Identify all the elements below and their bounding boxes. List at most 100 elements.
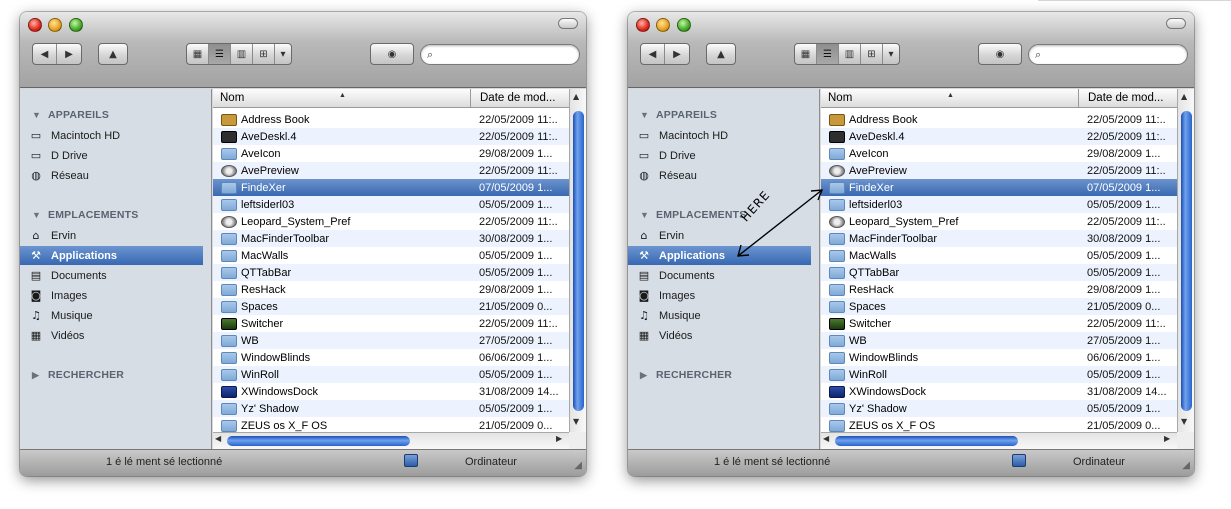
scroll-left-arrow-icon[interactable]: ◀ [215,434,221,443]
table-row[interactable]: Leopard_System_Pref 22/05/2009 11:.. [821,213,1177,230]
column-header-date[interactable]: Date de mod... [472,89,569,108]
sidebar-item-d-drive[interactable]: ▭ D Drive [628,146,811,165]
horizontal-scrollbar[interactable]: ◀ ▶ [213,432,569,449]
scroll-down-arrow-icon[interactable]: ▼ [573,417,579,426]
sidebar-item-images[interactable]: ◙ Images [20,286,203,305]
scroll-up-arrow-icon[interactable]: ▲ [573,92,579,101]
scroll-right-arrow-icon[interactable]: ▶ [556,434,562,443]
search-input[interactable] [441,47,573,62]
scroll-right-arrow-icon[interactable]: ▶ [1164,434,1170,443]
list-view-button[interactable]: ☰ [209,44,231,64]
table-row[interactable]: leftsiderl03 05/05/2009 1... [213,196,569,213]
sidebar-item-vid-os[interactable]: ▦ Vidéos [20,326,203,345]
table-row[interactable]: AveIcon 29/08/2009 1... [821,145,1177,162]
disclosure-triangle-icon[interactable]: ▼ [32,110,48,120]
eject-button[interactable]: ▲ [706,43,736,65]
icon-view-button[interactable]: ▦ [795,44,817,64]
disclosure-triangle-right-icon[interactable]: ▶ [32,370,48,381]
table-row[interactable]: WindowBlinds 06/06/2009 1... [821,349,1177,366]
table-row[interactable]: MacFinderToolbar 30/08/2009 1... [213,230,569,247]
disclosure-triangle-icon[interactable]: ▼ [32,210,48,220]
table-row[interactable]: Address Book 22/05/2009 11:.. [821,111,1177,128]
toolbar-toggle-button[interactable] [558,18,578,29]
table-row[interactable]: Switcher 22/05/2009 11:.. [821,315,1177,332]
coverflow-view-button[interactable]: ⊞ [253,44,275,64]
sidebar-item-documents[interactable]: ▤ Documents [628,266,811,285]
horizontal-scrollbar[interactable]: ◀ ▶ [821,432,1177,449]
sidebar-item-ervin[interactable]: ⌂ Ervin [20,226,203,245]
close-button[interactable] [636,18,650,32]
back-button[interactable]: ◀ [641,44,665,64]
table-row[interactable]: XWindowsDock 31/08/2009 14... [213,383,569,400]
vertical-scroll-thumb[interactable] [573,111,584,411]
sidebar-item-r-seau[interactable]: ◍ Réseau [628,166,811,185]
sidebar-item-ervin[interactable]: ⌂ Ervin [628,226,811,245]
sidebar-item-images[interactable]: ◙ Images [628,286,811,305]
table-row[interactable]: Address Book 22/05/2009 11:.. [213,111,569,128]
scroll-up-arrow-icon[interactable]: ▲ [1181,92,1187,101]
minimize-button[interactable] [656,18,670,32]
quick-look-eye-icon[interactable]: ◉ [370,43,414,65]
search-input[interactable] [1049,47,1181,62]
forward-button[interactable]: ▶ [57,44,81,64]
quick-look-eye-icon[interactable]: ◉ [978,43,1022,65]
icon-view-button[interactable]: ▦ [187,44,209,64]
table-row[interactable]: QTTabBar 05/05/2009 1... [821,264,1177,281]
view-menu-chevron-down-icon[interactable]: ▾ [883,44,899,64]
resize-grip-icon[interactable]: ◢ [1182,460,1190,471]
sidebar-item-musique[interactable]: ♫ Musique [628,306,811,325]
sidebar-item-vid-os[interactable]: ▦ Vidéos [628,326,811,345]
coverflow-view-button[interactable]: ⊞ [861,44,883,64]
table-row[interactable]: MacFinderToolbar 30/08/2009 1... [821,230,1177,247]
table-row[interactable]: ResHack 29/08/2009 1... [821,281,1177,298]
table-row[interactable]: QTTabBar 05/05/2009 1... [213,264,569,281]
table-row[interactable]: XWindowsDock 31/08/2009 14... [821,383,1177,400]
sidebar-item-macintoch-hd[interactable]: ▭ Macintoch HD [628,126,811,145]
sidebar-item-r-seau[interactable]: ◍ Réseau [20,166,203,185]
table-row[interactable]: Spaces 21/05/2009 0... [821,298,1177,315]
table-row[interactable]: WinRoll 05/05/2009 1... [213,366,569,383]
table-row[interactable]: ResHack 29/08/2009 1... [213,281,569,298]
column-header-name[interactable]: Nom ▲ [213,89,471,108]
sidebar-section-search[interactable]: ▶ RECHERCHER [640,369,732,381]
column-view-button[interactable]: ▥ [839,44,861,64]
column-header-name[interactable]: Nom ▲ [821,89,1079,108]
resize-grip-icon[interactable]: ◢ [574,460,582,471]
table-row[interactable]: FindeXer 07/05/2009 1... [213,179,569,196]
disclosure-triangle-right-icon[interactable]: ▶ [640,370,656,381]
table-row[interactable]: Spaces 21/05/2009 0... [213,298,569,315]
table-row[interactable]: Leopard_System_Pref 22/05/2009 11:.. [213,213,569,230]
table-row[interactable]: WinRoll 05/05/2009 1... [821,366,1177,383]
table-row[interactable]: FindeXer 07/05/2009 1... [821,179,1177,196]
back-button[interactable]: ◀ [33,44,57,64]
table-row[interactable]: Switcher 22/05/2009 11:.. [213,315,569,332]
view-menu-chevron-down-icon[interactable]: ▾ [275,44,291,64]
sidebar-section-places[interactable]: ▼ EMPLACEMENTS [32,209,139,221]
vertical-scrollbar[interactable]: ▲ ▼ [569,89,586,449]
table-row[interactable]: WindowBlinds 06/06/2009 1... [213,349,569,366]
column-view-button[interactable]: ▥ [231,44,253,64]
list-view-button[interactable]: ☰ [817,44,839,64]
table-row[interactable]: AveDeskl.4 22/05/2009 11:.. [213,128,569,145]
table-row[interactable]: MacWalls 05/05/2009 1... [821,247,1177,264]
vertical-scroll-thumb[interactable] [1181,111,1192,411]
close-button[interactable] [28,18,42,32]
zoom-button[interactable] [69,18,83,32]
disclosure-triangle-icon[interactable]: ▼ [640,210,656,220]
table-row[interactable]: AveIcon 29/08/2009 1... [213,145,569,162]
eject-button[interactable]: ▲ [98,43,128,65]
table-row[interactable]: Yz' Shadow 05/05/2009 1... [213,400,569,417]
disclosure-triangle-icon[interactable]: ▼ [640,110,656,120]
horizontal-scroll-thumb[interactable] [227,436,410,446]
toolbar-toggle-button[interactable] [1166,18,1186,29]
sidebar-item-d-drive[interactable]: ▭ D Drive [20,146,203,165]
scroll-down-arrow-icon[interactable]: ▼ [1181,417,1187,426]
sidebar-item-musique[interactable]: ♫ Musique [20,306,203,325]
zoom-button[interactable] [677,18,691,32]
table-row[interactable]: WB 27/05/2009 1... [213,332,569,349]
forward-button[interactable]: ▶ [665,44,689,64]
table-row[interactable]: MacWalls 05/05/2009 1... [213,247,569,264]
table-row[interactable]: AvePreview 22/05/2009 11:.. [821,162,1177,179]
scroll-left-arrow-icon[interactable]: ◀ [823,434,829,443]
horizontal-scroll-thumb[interactable] [835,436,1018,446]
